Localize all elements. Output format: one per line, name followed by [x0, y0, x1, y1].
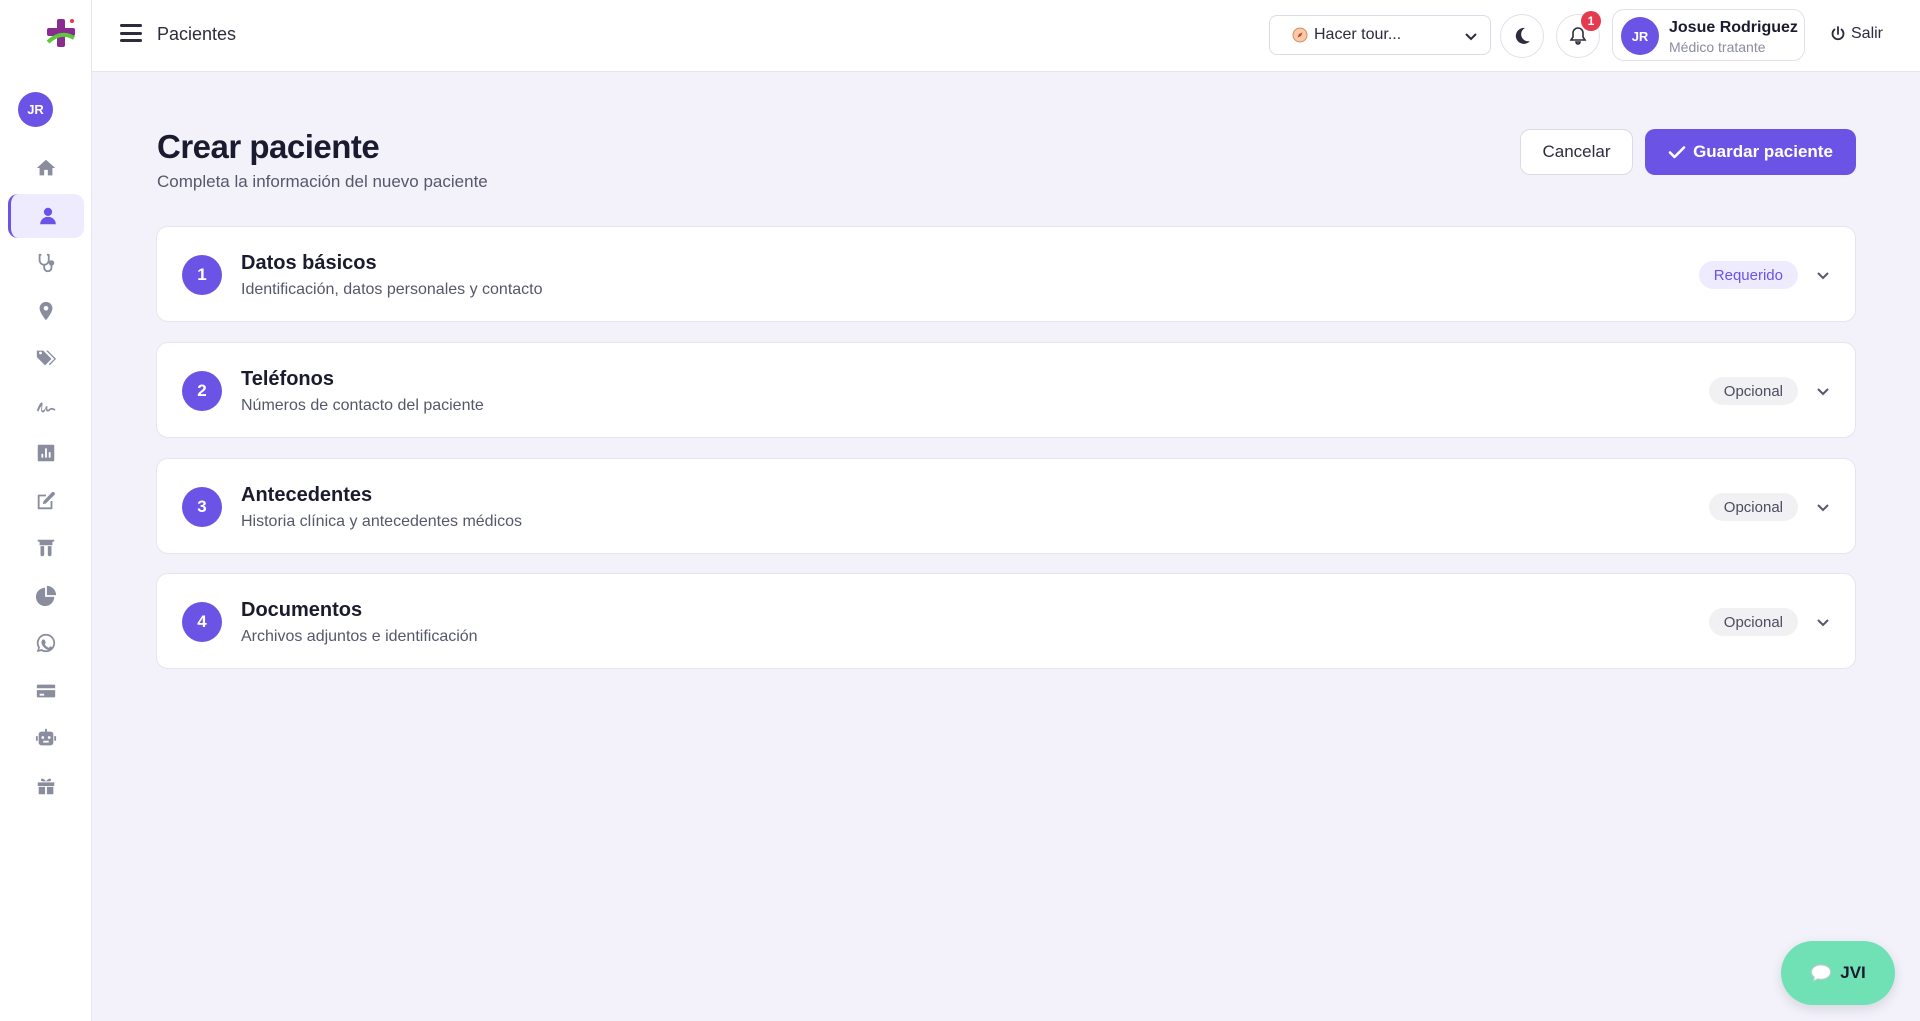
section-description: Números de contacto del paciente	[241, 397, 484, 414]
pie-chart-icon	[35, 585, 57, 606]
bar-chart-icon	[37, 444, 55, 462]
step-number: 2	[182, 371, 222, 411]
chevron-down-icon[interactable]	[1815, 614, 1831, 630]
chevron-down-icon	[1465, 33, 1477, 41]
app: JR Pacientes Hacer tour... 1 JR Josue Ro…	[0, 0, 1920, 1021]
page-title: Crear paciente	[157, 128, 380, 165]
power-icon	[1831, 26, 1845, 41]
status-badge: Opcional	[1708, 377, 1798, 405]
avatar[interactable]: JR	[18, 92, 53, 127]
sidebar-item-consultations[interactable]	[8, 241, 84, 285]
gift-icon	[37, 778, 55, 794]
sidebar-item-billing[interactable]	[8, 669, 84, 713]
status-badge: Requerido	[1698, 261, 1798, 289]
section-description: Identificación, datos personales y conta…	[241, 281, 543, 298]
section-title: Datos básicos	[241, 252, 377, 274]
sidebar-item-notes[interactable]	[8, 479, 84, 523]
robot-icon	[35, 728, 57, 746]
check-icon	[1668, 146, 1686, 159]
section-phones[interactable]: 2 Teléfonos Números de contacto del paci…	[156, 342, 1856, 438]
user-role: Médico tratante	[1669, 39, 1766, 55]
signature-icon	[36, 401, 56, 412]
user-name: Josue Rodriguez	[1669, 19, 1798, 36]
chevron-down-icon[interactable]	[1815, 267, 1831, 283]
whatsapp-icon	[36, 633, 56, 653]
sidebar-item-assistant[interactable]	[8, 716, 84, 760]
logo-icon[interactable]	[44, 16, 78, 50]
section-medical-history[interactable]: 3 Antecedentes Historia clínica y antece…	[156, 458, 1856, 554]
sidebar-item-lab[interactable]	[8, 526, 84, 570]
chat-label: JVI	[1840, 963, 1866, 982]
sidebar-item-signature[interactable]	[8, 384, 84, 428]
menu-toggle-button[interactable]	[120, 24, 142, 46]
chevron-down-icon[interactable]	[1815, 499, 1831, 515]
header-title: Pacientes	[157, 24, 237, 44]
step-number: 1	[182, 255, 222, 295]
save-patient-button[interactable]: Guardar paciente	[1645, 129, 1856, 175]
section-title: Antecedentes	[241, 484, 373, 506]
sidebar-item-home[interactable]	[8, 146, 84, 190]
sidebar-nav	[0, 146, 92, 811]
sidebar-item-locations[interactable]	[8, 289, 84, 333]
top-header: Pacientes Hacer tour... 1 JR Josue Rodri…	[92, 0, 1920, 72]
tour-select-value: Hacer tour...	[1314, 26, 1402, 43]
chat-assistant-button[interactable]: JVI	[1781, 941, 1895, 1005]
moon-icon	[1515, 27, 1530, 44]
user-icon	[39, 207, 56, 224]
sidebar-item-reports[interactable]	[8, 431, 84, 475]
test-tubes-icon	[37, 539, 55, 557]
credit-card-icon	[36, 684, 56, 697]
section-basic-data[interactable]: 1 Datos básicos Identificación, datos pe…	[156, 226, 1856, 322]
logout-label: Salir	[1851, 25, 1884, 42]
section-title: Documentos	[241, 599, 363, 621]
sidebar-item-statistics[interactable]	[8, 574, 84, 618]
status-badge: Opcional	[1708, 493, 1798, 521]
cancel-button[interactable]: Cancelar	[1520, 129, 1633, 175]
section-documents[interactable]: 4 Documentos Archivos adjuntos e identif…	[156, 573, 1856, 669]
step-number: 3	[182, 487, 222, 527]
sidebar-item-whatsapp[interactable]	[8, 621, 84, 665]
tour-select[interactable]: Hacer tour...	[1269, 15, 1491, 55]
section-description: Historia clínica y antecedentes médicos	[241, 513, 523, 530]
tags-icon	[36, 350, 57, 366]
notification-badge: 1	[1581, 11, 1601, 31]
theme-toggle-button[interactable]	[1500, 14, 1544, 58]
status-badge: Opcional	[1708, 608, 1798, 636]
section-description: Archivos adjuntos e identificación	[241, 628, 478, 645]
sidebar-item-patients[interactable]	[8, 193, 84, 238]
home-icon	[36, 159, 56, 176]
avatar: JR	[1621, 17, 1659, 55]
edit-icon	[37, 491, 55, 509]
save-patient-label: Guardar paciente	[1693, 142, 1833, 161]
user-menu[interactable]: JR Josue Rodriguez Médico tratante	[1612, 9, 1805, 61]
notifications-button[interactable]: 1	[1556, 11, 1601, 58]
chevron-down-icon[interactable]	[1815, 383, 1831, 399]
chat-bubble-icon	[1811, 964, 1832, 982]
section-title: Teléfonos	[241, 368, 334, 390]
compass-icon	[1292, 27, 1308, 43]
stethoscope-icon	[38, 253, 55, 273]
step-number: 4	[182, 602, 222, 642]
sidebar-item-tags[interactable]	[8, 336, 84, 380]
map-pin-icon	[39, 301, 53, 320]
sidebar-item-rewards[interactable]	[8, 764, 84, 808]
logout-button[interactable]: Salir	[1830, 25, 1883, 43]
sidebar: JR	[0, 0, 92, 1021]
page-subtitle: Completa la información del nuevo pacien…	[157, 172, 488, 191]
